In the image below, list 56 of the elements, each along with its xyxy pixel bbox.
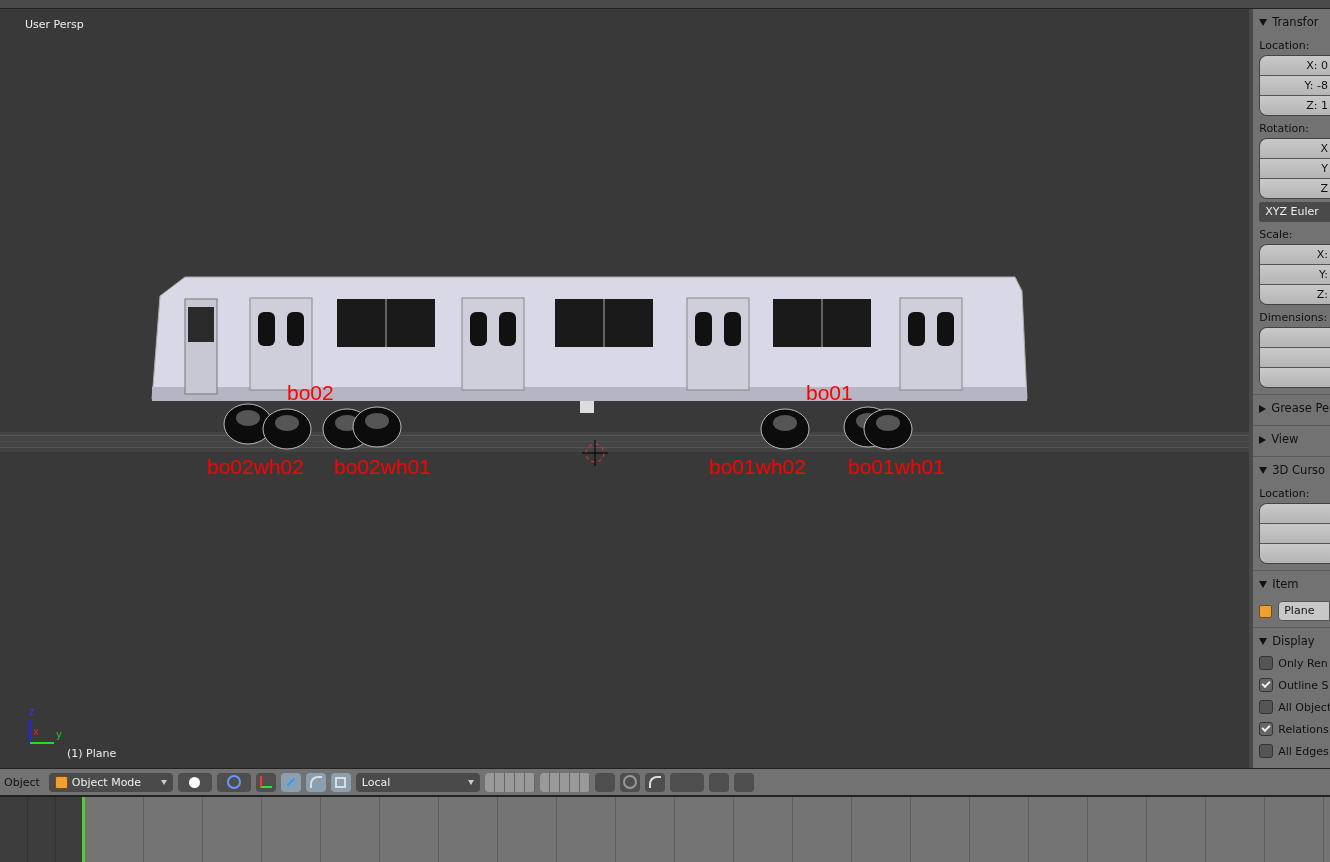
number-field[interactable]: X bbox=[1260, 139, 1330, 159]
manipulator-icon[interactable] bbox=[255, 772, 276, 792]
number-field[interactable] bbox=[1260, 348, 1330, 368]
proportional-icon[interactable] bbox=[619, 772, 640, 792]
axis-label: y bbox=[56, 729, 62, 740]
orientation-dropdown[interactable]: Local bbox=[355, 772, 480, 792]
number-field[interactable] bbox=[1260, 504, 1330, 524]
object-label: bo01 bbox=[806, 381, 853, 405]
number-field[interactable] bbox=[1260, 544, 1330, 563]
rotation-mode-dropdown[interactable]: XYZ Euler bbox=[1259, 202, 1330, 222]
menu-item[interactable]: Object bbox=[4, 775, 40, 789]
view-name: User Persp bbox=[25, 18, 84, 31]
mode-dropdown[interactable]: Object Mode bbox=[48, 772, 173, 792]
arc-icon[interactable] bbox=[305, 772, 326, 792]
shading-dropdown[interactable] bbox=[177, 772, 212, 792]
number-field[interactable]: X: bbox=[1260, 245, 1330, 265]
panel-header[interactable]: Display bbox=[1259, 628, 1330, 652]
axis-label: z bbox=[29, 706, 35, 717]
panel-header[interactable]: View bbox=[1259, 426, 1330, 450]
number-field[interactable]: Y bbox=[1260, 159, 1330, 179]
checkbox[interactable]: Outline S bbox=[1259, 674, 1330, 696]
field-label: Location: bbox=[1259, 39, 1311, 52]
panel-header[interactable]: Grease Pe bbox=[1259, 395, 1330, 419]
number-field[interactable] bbox=[1260, 328, 1330, 348]
panel-header[interactable]: Item bbox=[1259, 571, 1330, 595]
field-label: Dimensions: bbox=[1259, 311, 1329, 324]
axis-label: x bbox=[33, 726, 39, 737]
number-field[interactable]: Z: bbox=[1260, 285, 1330, 304]
scale-icon[interactable] bbox=[330, 772, 351, 792]
layer-buttons[interactable] bbox=[539, 772, 590, 792]
number-field[interactable]: Y: bbox=[1260, 265, 1330, 285]
field-label: Scale: bbox=[1259, 228, 1294, 241]
number-field[interactable]: Z bbox=[1260, 179, 1330, 198]
cube-icon bbox=[1259, 604, 1273, 618]
active-object-label: (1) Plane bbox=[67, 747, 117, 760]
object-label: bo02wh01 bbox=[334, 455, 431, 479]
checkbox[interactable]: Relations bbox=[1259, 718, 1330, 740]
layer-buttons[interactable] bbox=[484, 772, 535, 792]
object-label: bo01wh02 bbox=[709, 455, 806, 479]
object-label: bo02wh02 bbox=[207, 455, 304, 479]
checkbox[interactable]: Only Ren bbox=[1259, 652, 1330, 674]
field-label: Location: bbox=[1259, 487, 1311, 500]
3d-cursor-icon bbox=[581, 439, 609, 467]
field-label: Rotation: bbox=[1259, 122, 1310, 135]
number-field[interactable]: Y: -8 bbox=[1260, 76, 1330, 96]
number-field[interactable] bbox=[1260, 368, 1330, 387]
panel-header[interactable]: Transfor bbox=[1259, 9, 1330, 33]
object-label: bo02 bbox=[287, 381, 334, 405]
axis-gizmo-icon bbox=[29, 718, 55, 744]
number-field[interactable]: X: 0 bbox=[1260, 56, 1330, 76]
panel-header[interactable]: 3D Curso bbox=[1259, 457, 1330, 481]
checkbox[interactable]: All Edges bbox=[1259, 740, 1330, 762]
object-label: bo01wh01 bbox=[848, 455, 945, 479]
number-field[interactable] bbox=[1260, 524, 1330, 544]
number-field[interactable]: Z: 1 bbox=[1260, 96, 1330, 115]
name-field[interactable]: Plane bbox=[1278, 601, 1330, 621]
